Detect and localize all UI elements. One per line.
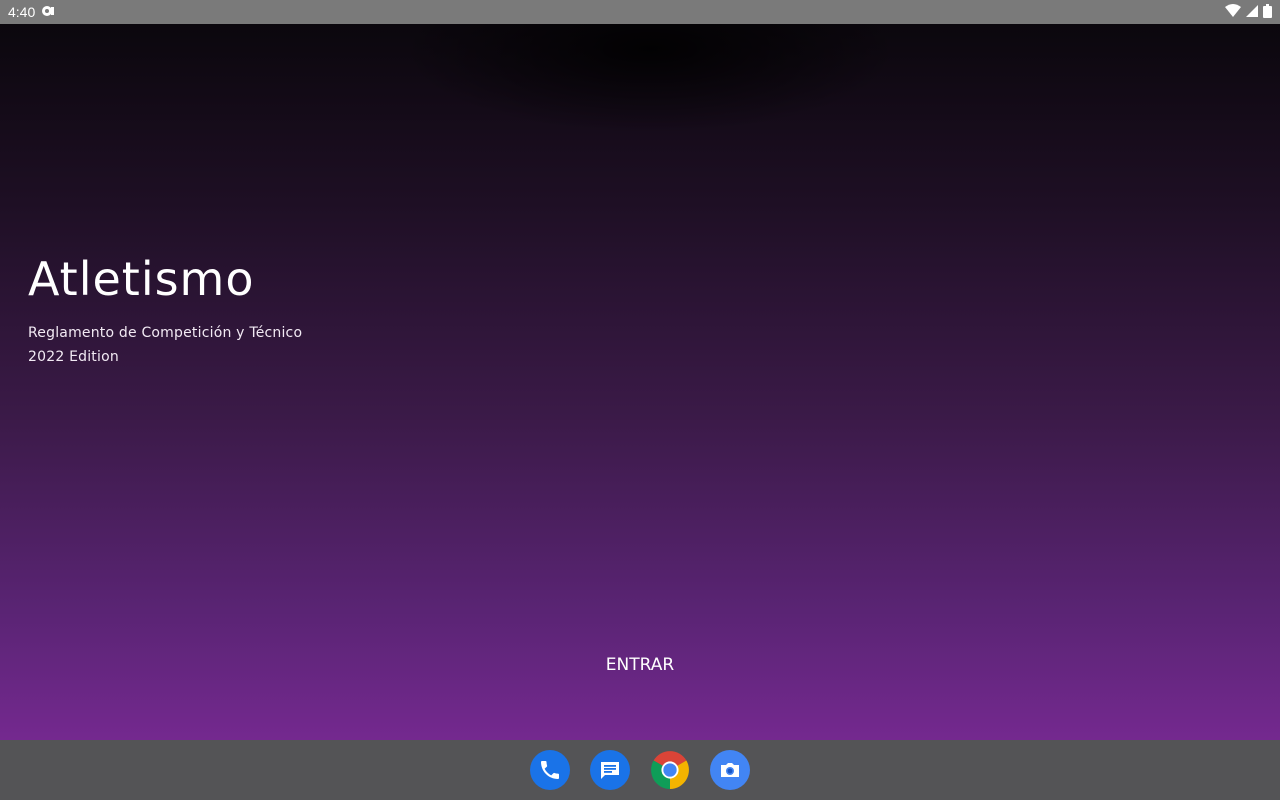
wifi-icon — [1225, 3, 1241, 21]
status-right — [1225, 3, 1272, 21]
messages-icon[interactable] — [590, 750, 630, 790]
assistant-icon — [41, 4, 55, 21]
signal-icon — [1245, 4, 1259, 21]
camera-icon[interactable] — [710, 750, 750, 790]
battery-icon — [1263, 3, 1272, 21]
app-title: Atletismo — [28, 252, 255, 306]
status-left: 4:40 — [8, 4, 55, 21]
chrome-icon[interactable] — [650, 750, 690, 790]
app-edition: 2022 Edition — [28, 349, 119, 365]
splash-screen: Atletismo Reglamento de Competición y Té… — [0, 24, 1280, 740]
dock — [0, 740, 1280, 800]
status-bar: 4:40 — [0, 0, 1280, 24]
clock: 4:40 — [8, 4, 36, 20]
enter-button[interactable]: ENTRAR — [580, 644, 700, 686]
app-subtitle: Reglamento de Competición y Técnico — [28, 325, 303, 341]
phone-icon[interactable] — [530, 750, 570, 790]
